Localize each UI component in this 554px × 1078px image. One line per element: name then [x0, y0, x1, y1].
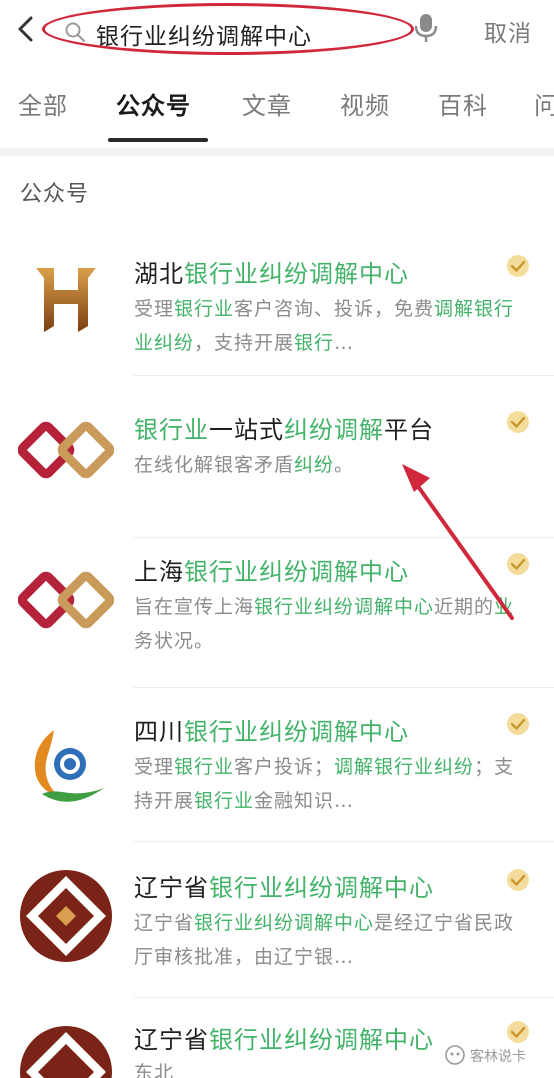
desc-highlight: 银行业纠纷调解中心 — [194, 912, 375, 934]
tab-all[interactable]: 全部 — [18, 86, 68, 121]
result-title: 上海银行业纠纷调解中心 — [134, 552, 409, 587]
desc-text: 辽宁省 — [134, 912, 195, 934]
desc-text: 东北 — [134, 1062, 175, 1078]
verified-badge-icon — [507, 1021, 529, 1043]
tab-qa[interactable]: 问 — [534, 86, 554, 121]
account-avatar — [20, 870, 112, 962]
title-text: 上海 — [134, 558, 184, 586]
desc-text: 受理 — [134, 756, 175, 778]
desc-text: 近期的 — [434, 596, 495, 618]
result-description: 旨在宣传上海银行业纠纷调解中心近期的业务状况。 — [134, 590, 524, 658]
result-item[interactable]: 辽宁省银行业纠纷调解中心 辽宁省银行业纠纷调解中心是经辽宁省民政厅审核批准，由辽… — [0, 848, 554, 998]
watermark-icon — [445, 1045, 465, 1065]
result-description: 受理银行业客户投诉；调解银行业纠纷；支持开展银行业金融知识… — [134, 750, 524, 818]
verified-badge-icon — [507, 255, 529, 277]
row-divider — [134, 997, 554, 998]
title-text: 四川 — [134, 718, 184, 746]
filter-tabs: 全部 公众号 文章 视频 百科 问 — [0, 66, 554, 146]
result-item[interactable]: 四川银行业纠纷调解中心 受理银行业客户投诉；调解银行业纠纷；支持开展银行业金融知… — [0, 692, 554, 842]
desc-highlight: 银行 — [294, 332, 335, 354]
desc-highlight: 纠纷 — [294, 454, 335, 476]
title-highlight: 银行业纠纷调解中心 — [209, 874, 434, 902]
result-description: 受理银行业客户咨询、投诉，免费调解银行业纠纷，支持开展银行… — [134, 292, 524, 360]
result-item[interactable]: 银行业一站式纠纷调解平台 在线化解银客矛盾纠纷。 — [0, 388, 554, 538]
cancel-button[interactable]: 取消 — [484, 14, 532, 48]
desc-highlight: 银行业 — [174, 756, 235, 778]
title-highlight: 银行业纠纷调解中心 — [209, 1026, 434, 1054]
desc-text: … — [334, 332, 355, 354]
result-title: 辽宁省银行业纠纷调解中心 — [134, 1020, 434, 1055]
title-text: 湖北 — [134, 260, 184, 288]
back-chevron-icon[interactable] — [12, 14, 42, 44]
desc-highlight: 调解银行业纠纷 — [334, 756, 475, 778]
tab-videos[interactable]: 视频 — [340, 86, 390, 121]
desc-text: ，支持开展 — [194, 332, 295, 354]
tab-articles[interactable]: 文章 — [242, 86, 292, 121]
result-title: 辽宁省银行业纠纷调解中心 — [134, 868, 434, 903]
title-highlight: 银行业纠纷调解中心 — [184, 718, 409, 746]
desc-text: 客户投诉； — [234, 756, 335, 778]
result-title: 四川银行业纠纷调解中心 — [134, 712, 409, 747]
desc-highlight: 业 — [494, 596, 515, 618]
account-avatar — [18, 402, 114, 498]
row-divider — [134, 375, 554, 376]
desc-text: 受理 — [134, 298, 175, 320]
desc-text: 客户咨询、投诉，免费 — [234, 298, 435, 320]
section-divider — [0, 148, 554, 156]
desc-highlight: 银行业纠纷调解中心 — [254, 596, 435, 618]
result-description: 在线化解银客矛盾纠纷。 — [134, 448, 524, 482]
top-bar: 银行业纠纷调解中心 取消 — [0, 0, 554, 64]
verified-badge-icon — [507, 553, 529, 575]
tab-official-accounts[interactable]: 公众号 — [116, 86, 191, 121]
result-item[interactable]: 湖北银行业纠纷调解中心 受理银行业客户咨询、投诉，免费调解银行业纠纷，支持开展银… — [0, 226, 554, 376]
title-highlight: 银行业纠纷调解中心 — [184, 260, 409, 288]
desc-text: 旨在宣传上海 — [134, 596, 255, 618]
active-tab-indicator — [108, 138, 208, 142]
account-avatar — [18, 248, 114, 344]
watermark: 客林说卡 — [470, 1049, 526, 1065]
desc-highlight: 银行业 — [174, 298, 235, 320]
row-divider — [134, 687, 554, 688]
result-item[interactable]: 上海银行业纠纷调解中心 旨在宣传上海银行业纠纷调解中心近期的业务状况。 — [0, 538, 554, 688]
account-avatar — [18, 552, 114, 648]
verified-badge-icon — [507, 869, 529, 891]
desc-text: 务状况。 — [134, 630, 215, 652]
result-title: 湖北银行业纠纷调解中心 — [134, 254, 409, 289]
title-text: 一站式 — [209, 416, 284, 444]
title-highlight: 银行业 — [134, 416, 209, 444]
result-description: 辽宁省银行业纠纷调解中心是经辽宁省民政厅审核批准，由辽宁银… — [134, 906, 524, 974]
desc-highlight: 银行业 — [194, 790, 255, 812]
section-title: 公众号 — [20, 182, 90, 207]
desc-text: 金融知识… — [254, 790, 355, 812]
title-highlight: 银行业纠纷调解中心 — [184, 558, 409, 586]
account-avatar — [20, 1026, 112, 1078]
annotation-ellipse — [42, 3, 414, 55]
verified-badge-icon — [507, 713, 529, 735]
row-divider — [134, 841, 554, 842]
title-highlight: 纠纷调解 — [284, 416, 384, 444]
account-avatar — [18, 718, 114, 814]
title-text: 辽宁省 — [134, 874, 209, 902]
tab-encyclopedia[interactable]: 百科 — [438, 86, 488, 121]
title-text: 平台 — [384, 416, 434, 444]
microphone-icon[interactable] — [414, 12, 438, 44]
desc-text: 在线化解银客矛盾 — [134, 454, 295, 476]
result-title: 银行业一站式纠纷调解平台 — [134, 410, 434, 445]
desc-text: 。 — [334, 454, 355, 476]
title-text: 辽宁省 — [134, 1026, 209, 1054]
result-item[interactable]: 辽宁省银行业纠纷调解中心 东北 — [0, 1010, 554, 1078]
verified-badge-icon — [507, 411, 529, 433]
